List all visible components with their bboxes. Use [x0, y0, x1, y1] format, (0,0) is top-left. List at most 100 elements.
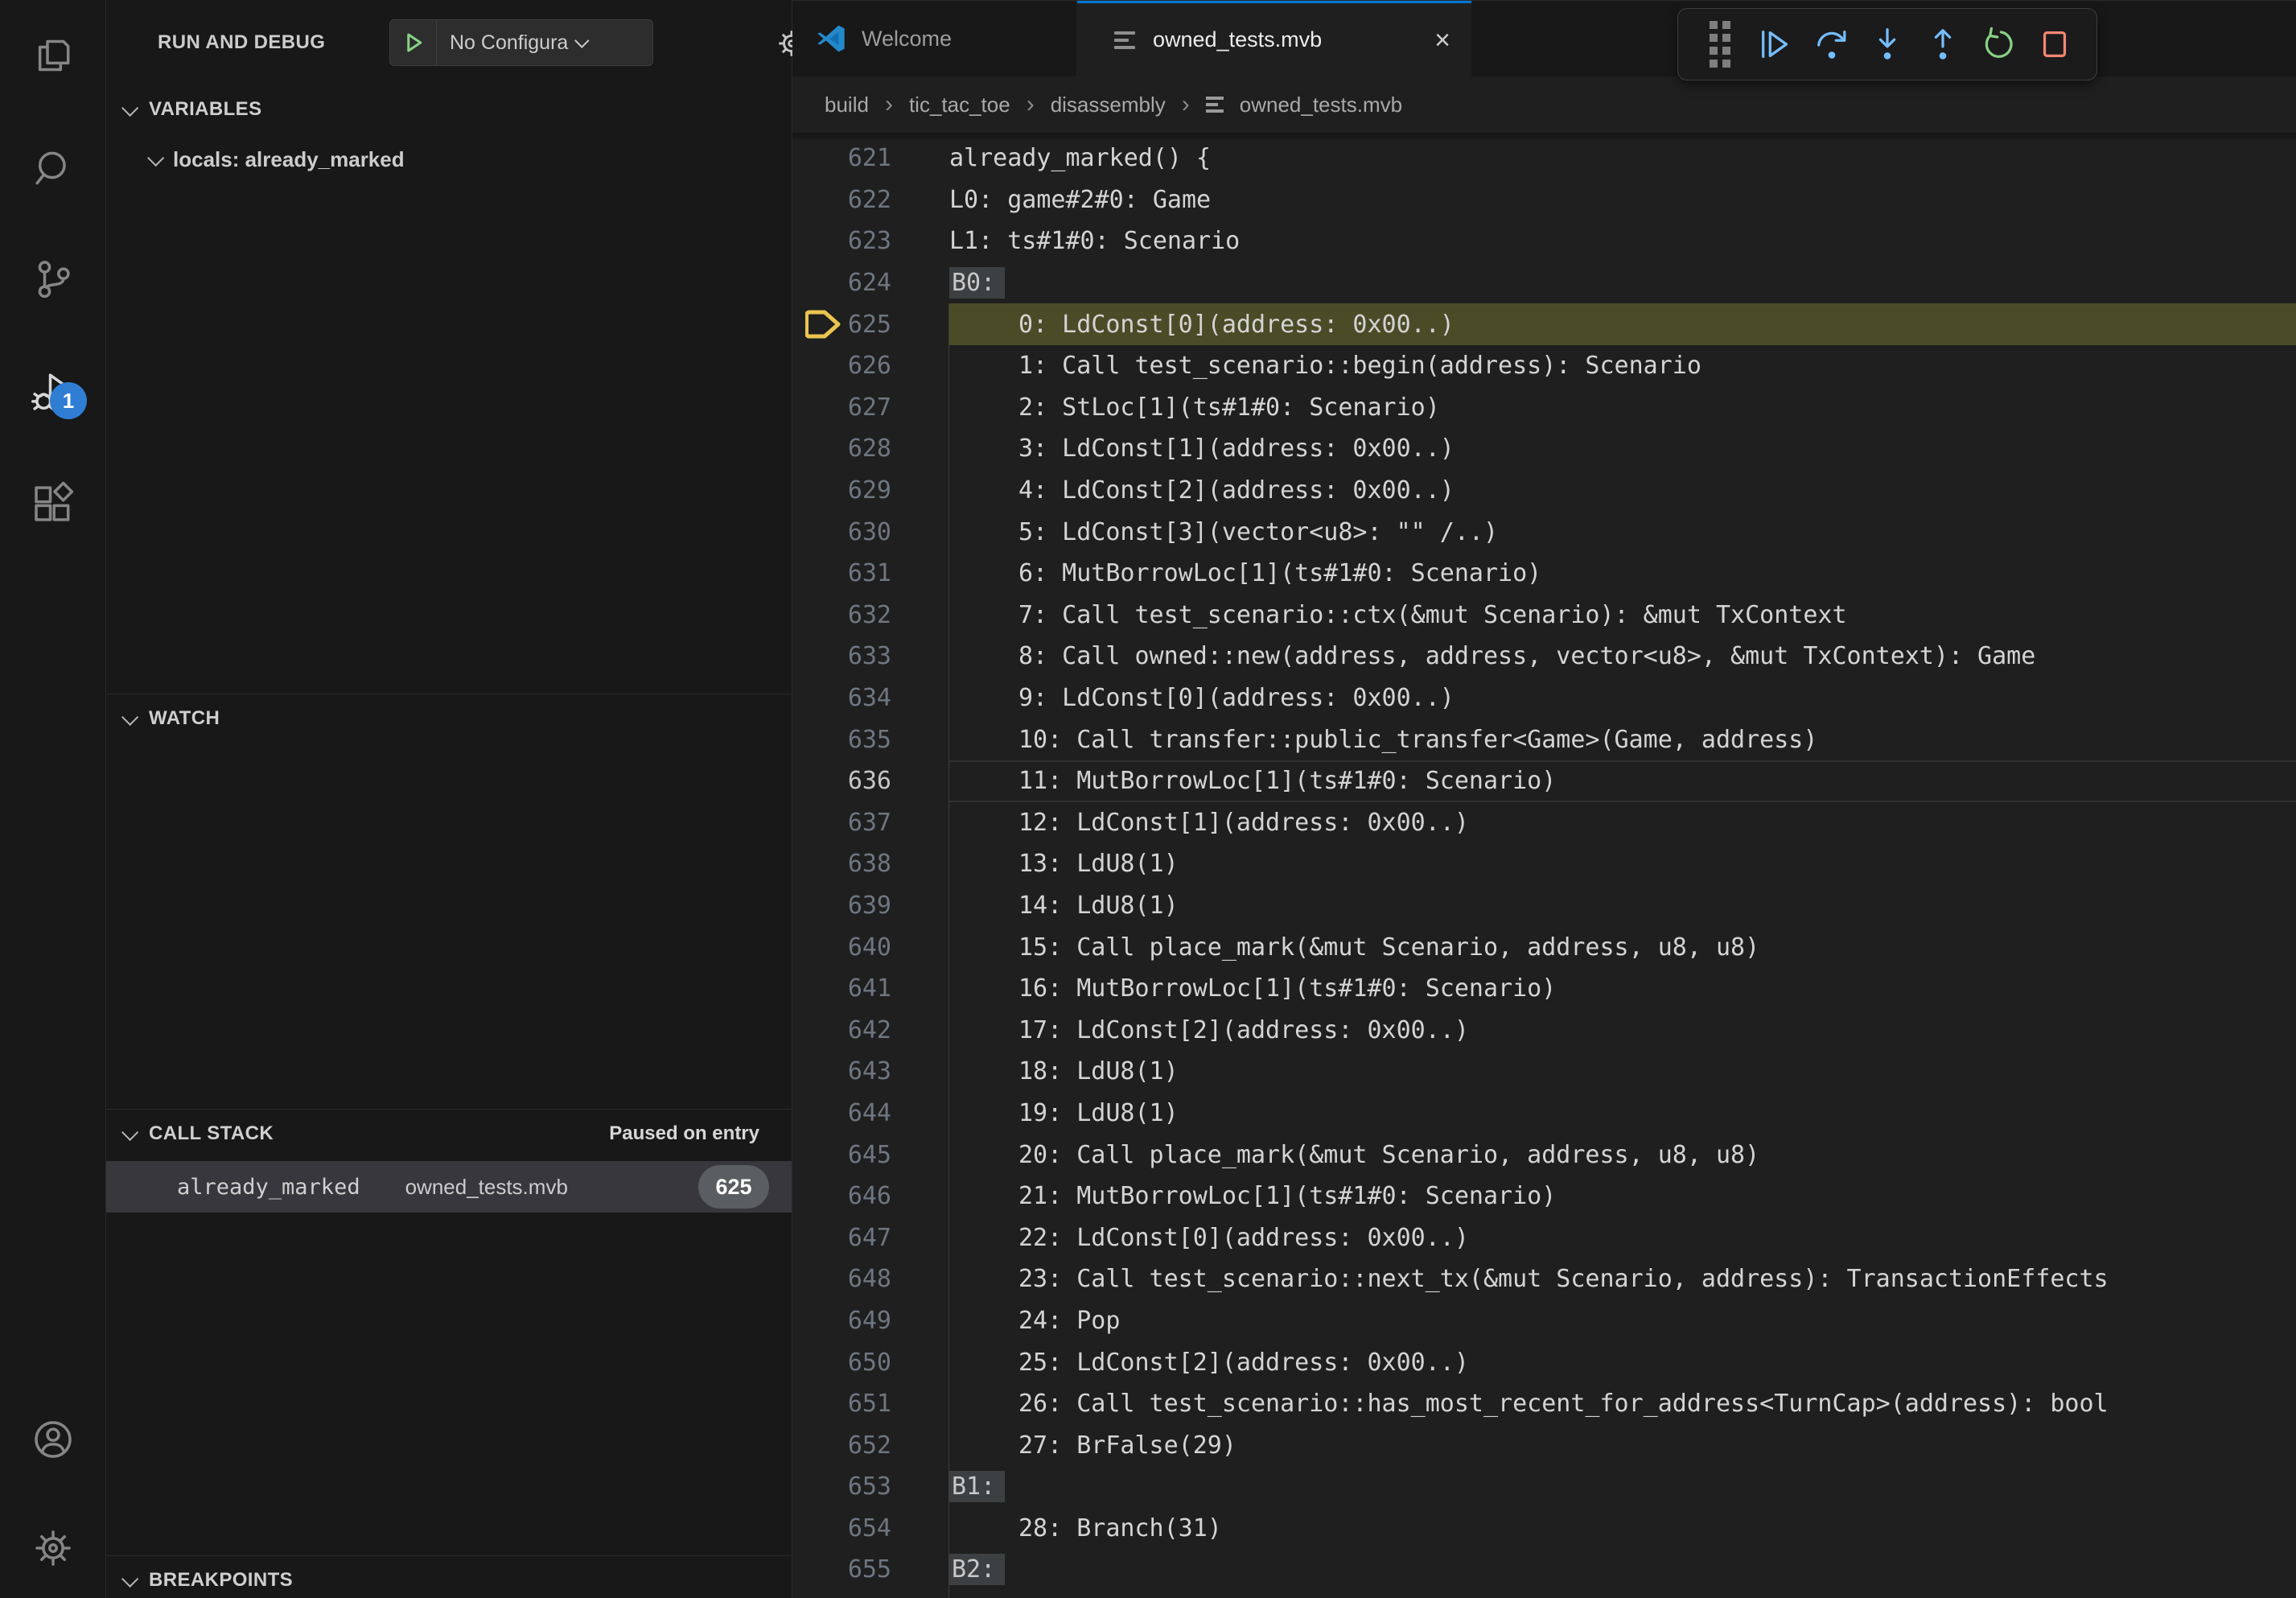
breakpoints-section-header[interactable]: BREAKPOINTS: [106, 1556, 792, 1598]
restart-button[interactable]: [1977, 16, 2021, 72]
line-number[interactable]: 633: [792, 642, 891, 670]
line-number[interactable]: 627: [792, 393, 891, 422]
line-number[interactable]: 645: [792, 1141, 891, 1169]
tab-welcome[interactable]: Welcome: [792, 1, 1077, 76]
code-line[interactable]: 655 B2:: [792, 1549, 2296, 1591]
code-line[interactable]: 645 20: Call place_mark(&mut Scenario, a…: [792, 1134, 2296, 1176]
continue-button[interactable]: [1753, 16, 1797, 72]
code-line[interactable]: 641 16: MutBorrowLoc[1](ts#1#0: Scenario…: [792, 968, 2296, 1010]
stop-button[interactable]: [2033, 16, 2077, 72]
line-number[interactable]: 641: [792, 974, 891, 1003]
line-number[interactable]: 630: [792, 518, 891, 546]
code-line[interactable]: 624 B0:: [792, 262, 2296, 304]
line-number[interactable]: 624: [792, 269, 891, 297]
line-number[interactable]: 626: [792, 352, 891, 380]
line-number[interactable]: 639: [792, 892, 891, 920]
line-number[interactable]: 625: [792, 311, 891, 339]
start-debug-icon[interactable]: [390, 20, 437, 65]
code-line[interactable]: 637 12: LdConst[1](address: 0x00..): [792, 802, 2296, 844]
line-number[interactable]: 652: [792, 1431, 891, 1460]
line-number[interactable]: 637: [792, 809, 891, 837]
code-line[interactable]: 623 L1: ts#1#0: Scenario: [792, 220, 2296, 262]
code-line[interactable]: 628 3: LdConst[1](address: 0x00..): [792, 428, 2296, 470]
code-line[interactable]: 633 8: Call owned::new(address, address,…: [792, 636, 2296, 678]
code-line[interactable]: 650 25: LdConst[2](address: 0x00..): [792, 1341, 2296, 1383]
line-number[interactable]: 635: [792, 726, 891, 754]
line-number[interactable]: 649: [792, 1307, 891, 1335]
debug-configuration-dropdown[interactable]: No Configura: [389, 19, 653, 66]
code-line[interactable]: 648 23: Call test_scenario::next_tx(&mut…: [792, 1258, 2296, 1300]
breadcrumb-item[interactable]: owned_tests.mvb: [1240, 93, 1402, 117]
code-line[interactable]: 638 13: LdU8(1): [792, 843, 2296, 885]
line-number[interactable]: 642: [792, 1016, 891, 1044]
line-number[interactable]: 646: [792, 1182, 891, 1210]
line-number[interactable]: 651: [792, 1390, 891, 1418]
code-line[interactable]: 647 22: LdConst[0](address: 0x00..): [792, 1217, 2296, 1258]
line-number[interactable]: 648: [792, 1265, 891, 1293]
code-line[interactable]: 649 24: Pop: [792, 1300, 2296, 1342]
code-line[interactable]: 627 2: StLoc[1](ts#1#0: Scenario): [792, 387, 2296, 429]
code-line[interactable]: 651 26: Call test_scenario::has_most_rec…: [792, 1383, 2296, 1425]
line-number[interactable]: 647: [792, 1224, 891, 1252]
code-line[interactable]: 625 0: LdConst[0](address: 0x00..): [792, 303, 2296, 345]
extensions-icon[interactable]: [0, 459, 106, 548]
explorer-icon[interactable]: [0, 11, 106, 100]
step-over-button[interactable]: [1809, 16, 1854, 72]
toolbar-drag-grip[interactable]: [1697, 16, 1742, 72]
run-and-debug-icon[interactable]: 1: [0, 347, 106, 435]
close-icon[interactable]: ×: [1434, 27, 1450, 54]
call-stack-section-header[interactable]: CALL STACK Paused on entry: [106, 1110, 792, 1158]
line-number[interactable]: 629: [792, 476, 891, 505]
code-line[interactable]: 631 6: MutBorrowLoc[1](ts#1#0: Scenario): [792, 553, 2296, 595]
breadcrumb-item[interactable]: tic_tac_toe: [909, 93, 1010, 117]
line-number[interactable]: 623: [792, 227, 891, 255]
code-line[interactable]: 643 18: LdU8(1): [792, 1051, 2296, 1093]
line-number[interactable]: 636: [792, 767, 891, 795]
code-line[interactable]: 642 17: LdConst[2](address: 0x00..): [792, 1009, 2296, 1051]
line-number[interactable]: 654: [792, 1514, 891, 1542]
step-out-button[interactable]: [1921, 16, 1965, 72]
line-number[interactable]: 644: [792, 1099, 891, 1127]
line-number[interactable]: 634: [792, 684, 891, 712]
line-number[interactable]: 622: [792, 186, 891, 214]
line-number[interactable]: 632: [792, 601, 891, 629]
code-line[interactable]: 626 1: Call test_scenario::begin(address…: [792, 345, 2296, 387]
watch-section-header[interactable]: WATCH: [106, 694, 792, 743]
line-number[interactable]: 621: [792, 144, 891, 172]
code-line[interactable]: 630 5: LdConst[3](vector<u8>: "" /..): [792, 511, 2296, 553]
line-number[interactable]: 628: [792, 435, 891, 463]
code-line[interactable]: 646 21: MutBorrowLoc[1](ts#1#0: Scenario…: [792, 1176, 2296, 1217]
line-number[interactable]: 640: [792, 933, 891, 962]
source-control-icon[interactable]: [0, 234, 106, 323]
code-line[interactable]: 644 19: LdU8(1): [792, 1093, 2296, 1135]
code-line[interactable]: 653 B1:: [792, 1466, 2296, 1508]
code-line[interactable]: 622 L0: game#2#0: Game: [792, 179, 2296, 221]
code-line[interactable]: 652 27: BrFalse(29): [792, 1424, 2296, 1466]
line-number[interactable]: 638: [792, 850, 891, 878]
line-number[interactable]: 653: [792, 1472, 891, 1501]
code-line[interactable]: 632 7: Call test_scenario::ctx(&mut Scen…: [792, 595, 2296, 636]
code-line[interactable]: 639 14: LdU8(1): [792, 885, 2296, 927]
variables-locals-item[interactable]: locals: already_marked: [106, 135, 792, 183]
code-line[interactable]: 634 9: LdConst[0](address: 0x00..): [792, 678, 2296, 719]
line-number[interactable]: 643: [792, 1057, 891, 1085]
account-icon[interactable]: [0, 1395, 106, 1484]
code-line[interactable]: 654 28: Branch(31): [792, 1508, 2296, 1550]
code-line[interactable]: 621 already_marked() {: [792, 138, 2296, 179]
call-stack-frame-row[interactable]: already_marked owned_tests.mvb 625: [106, 1161, 792, 1213]
code-editor[interactable]: 621 already_marked() { 622 L0: game#2#0:…: [792, 133, 2296, 1598]
variables-section-header[interactable]: VARIABLES: [106, 85, 792, 134]
code-line[interactable]: 636 11: MutBorrowLoc[1](ts#1#0: Scenario…: [792, 760, 2296, 802]
tab-owned-tests[interactable]: owned_tests.mvb ×: [1077, 1, 1471, 76]
code-line[interactable]: 629 4: LdConst[2](address: 0x00..): [792, 470, 2296, 512]
line-number[interactable]: 631: [792, 559, 891, 587]
breadcrumb-item[interactable]: build: [825, 93, 869, 117]
line-number[interactable]: 650: [792, 1349, 891, 1377]
code-line[interactable]: 635 10: Call transfer::public_transfer<G…: [792, 719, 2296, 760]
step-into-button[interactable]: [1865, 16, 1909, 72]
search-icon[interactable]: [0, 124, 106, 212]
code-line[interactable]: 640 15: Call place_mark(&mut Scenario, a…: [792, 926, 2296, 968]
line-number[interactable]: 655: [792, 1555, 891, 1584]
settings-gear-icon[interactable]: [0, 1504, 106, 1592]
breadcrumb-item[interactable]: disassembly: [1051, 93, 1166, 117]
